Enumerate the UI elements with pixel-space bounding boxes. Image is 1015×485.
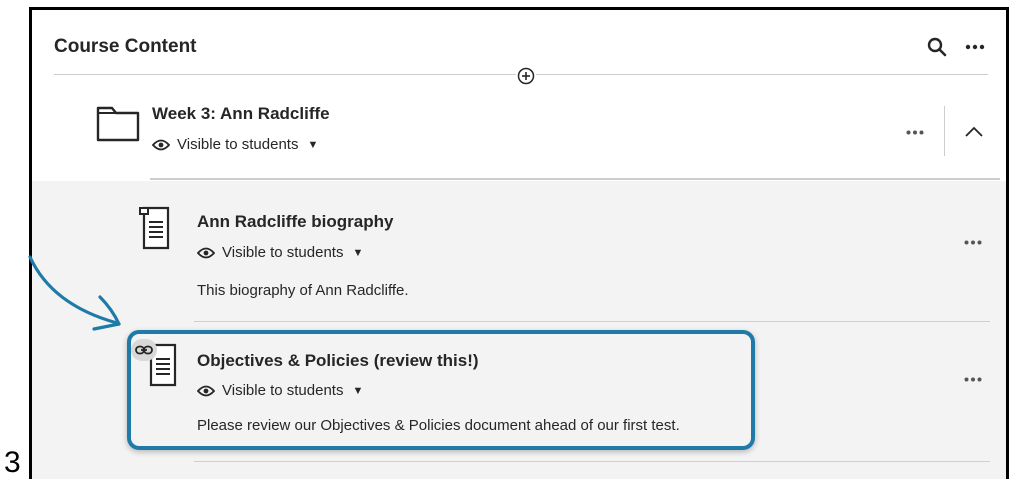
visibility-label: Visible to students [222, 244, 344, 261]
add-content-icon[interactable] [516, 66, 536, 86]
item-description: This biography of Ann Radcliffe. [197, 282, 409, 299]
folder-more-options-icon[interactable] [900, 122, 930, 142]
item-title[interactable]: Ann Radcliffe biography [197, 212, 393, 232]
visibility-label: Visible to students [177, 136, 299, 153]
course-content-panel: Course Content Week 3: Ann Radcliffe Vis… [29, 7, 1009, 479]
page-title: Course Content [54, 36, 197, 57]
highlight-box [127, 330, 755, 450]
item-more-options-icon[interactable] [958, 232, 988, 252]
folder-icon [96, 106, 140, 142]
folder-action-divider [944, 106, 945, 156]
step-number: 3 [4, 446, 21, 479]
document-icon [139, 206, 170, 250]
item-visibility-dropdown[interactable]: Visible to students ▼ [197, 244, 363, 261]
folder-underline [150, 178, 1000, 180]
folder-visibility-dropdown[interactable]: Visible to students ▼ [152, 136, 318, 153]
item-more-options-icon[interactable] [958, 369, 988, 389]
search-icon[interactable] [922, 32, 952, 62]
caret-down-icon: ▼ [352, 246, 364, 259]
folder-title[interactable]: Week 3: Ann Radcliffe [152, 104, 330, 124]
collapse-chevron-up-icon[interactable] [960, 118, 988, 146]
eye-icon [152, 139, 170, 150]
caret-down-icon: ▼ [307, 138, 319, 151]
eye-icon [197, 247, 215, 258]
item-divider [194, 461, 990, 462]
more-options-icon[interactable] [960, 32, 990, 62]
annotation-arrow-icon [28, 255, 121, 331]
item-divider [194, 321, 990, 322]
